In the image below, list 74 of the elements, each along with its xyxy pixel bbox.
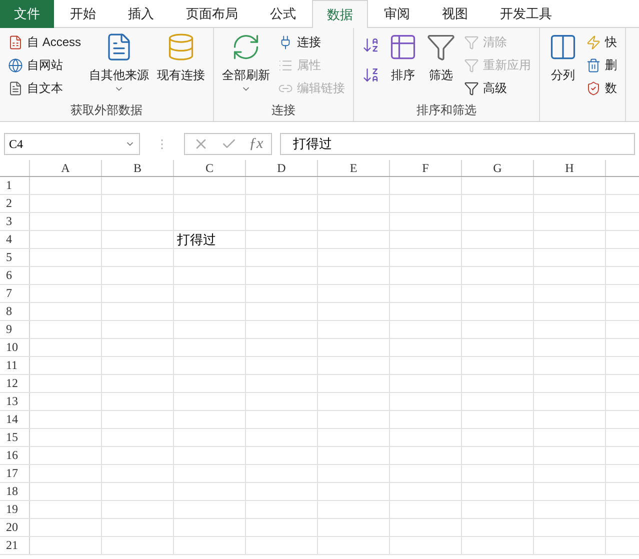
row-header[interactable]: 16 [0, 447, 30, 464]
row-header[interactable]: 19 [0, 501, 30, 518]
row-header[interactable]: 10 [0, 339, 30, 356]
ribbon-tab[interactable]: 视图 [426, 0, 484, 28]
ribbon-button[interactable]: 数 [586, 78, 618, 98]
row-header[interactable]: 11 [0, 357, 30, 374]
ribbon-button[interactable]: 现有连接 [153, 28, 210, 96]
ribbon-button[interactable]: 连接 [278, 32, 346, 52]
trash-icon [586, 58, 602, 72]
ribbon-tab[interactable]: 插入 [112, 0, 170, 28]
ribbon-button[interactable]: 自 Access [8, 32, 82, 52]
column-header[interactable]: C [174, 160, 246, 176]
row-header[interactable]: 5 [0, 249, 30, 266]
ribbon-tab[interactable]: 开发工具 [484, 0, 568, 28]
lightning-icon [586, 34, 602, 50]
shield-icon [586, 80, 602, 96]
formula-field[interactable]: 打得过 [280, 133, 635, 155]
row-header[interactable]: 13 [0, 393, 30, 410]
ribbon-button[interactable]: 自其他来源 [85, 28, 154, 96]
row-header[interactable]: 1 [0, 177, 30, 194]
group-label: 获取外部数据 [70, 102, 144, 119]
row-header[interactable]: 7 [0, 285, 30, 302]
ribbon-tab[interactable]: 审阅 [368, 0, 426, 28]
row-header[interactable]: 18 [0, 483, 30, 500]
filter-icon [464, 58, 480, 72]
function-icon[interactable]: ƒx [249, 132, 264, 156]
column-header[interactable]: F [390, 160, 462, 176]
row-header[interactable]: 20 [0, 519, 30, 536]
column-header[interactable]: B [102, 160, 174, 176]
ribbon-button[interactable]: 筛选 [422, 28, 460, 96]
ribbon-button[interactable]: 高级 [464, 78, 532, 98]
row-header[interactable]: 3 [0, 213, 30, 230]
group-label: 排序和筛选 [416, 102, 478, 119]
ribbon-tab[interactable]: 开始 [54, 0, 112, 28]
column-header[interactable]: G [462, 160, 534, 176]
row-header[interactable]: 6 [0, 267, 30, 284]
row-header[interactable]: 9 [0, 321, 30, 338]
row-header[interactable]: 4 [0, 231, 30, 248]
ribbon-tab[interactable]: 公式 [254, 0, 312, 28]
splitter-icon: ⋮ [156, 135, 168, 153]
filter-icon [426, 32, 456, 62]
sort-icon [362, 66, 380, 84]
row-header[interactable]: 8 [0, 303, 30, 320]
ribbon-tab[interactable]: 文件 [0, 0, 54, 28]
ribbon-button[interactable]: 全部刷新 [218, 28, 274, 96]
name-box[interactable]: C4 [4, 133, 140, 155]
column-header[interactable]: E [318, 160, 390, 176]
sort-button[interactable] [362, 36, 380, 54]
ribbon-tab[interactable]: 页面布局 [170, 0, 254, 28]
column-header[interactable]: A [30, 160, 102, 176]
row-header[interactable]: 12 [0, 375, 30, 392]
ribbon-button[interactable]: 快 [586, 32, 618, 52]
row-header[interactable]: 2 [0, 195, 30, 212]
row-header[interactable]: 15 [0, 429, 30, 446]
document-icon [8, 34, 23, 50]
globe-icon [8, 58, 23, 72]
row-header[interactable]: 17 [0, 465, 30, 482]
ribbon-tab[interactable]: 数据 [312, 0, 368, 28]
ribbon-button[interactable]: 删 [586, 55, 618, 75]
column-header[interactable]: H [534, 160, 606, 176]
ribbon-button[interactable]: 自网站 [8, 55, 82, 75]
filter-icon [464, 34, 480, 50]
column-header[interactable]: D [246, 160, 318, 176]
ribbon-button[interactable]: 分列 [544, 28, 582, 96]
document-icon [8, 80, 23, 96]
ribbon-button[interactable]: 排序 [384, 28, 422, 96]
sort-icon [362, 36, 380, 54]
filter-icon [464, 80, 480, 96]
row-header[interactable]: 21 [0, 537, 30, 554]
row-header[interactable]: 14 [0, 411, 30, 428]
sort-button[interactable] [362, 66, 380, 84]
group-label: 连接 [270, 102, 297, 119]
ribbon-button[interactable]: 自文本 [8, 78, 82, 98]
table-cell[interactable]: 打得过 [174, 231, 246, 248]
